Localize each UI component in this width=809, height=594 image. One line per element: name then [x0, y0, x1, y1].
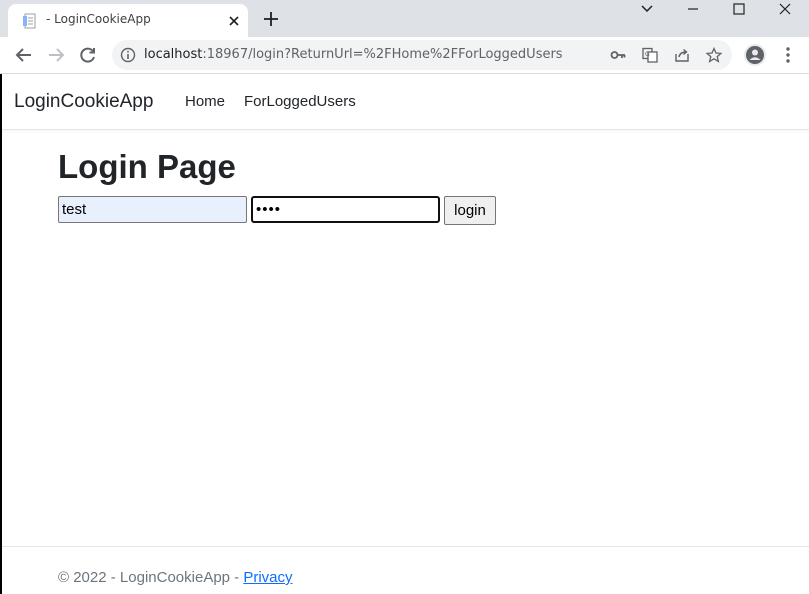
login-button[interactable]: login: [444, 196, 496, 225]
minimize-icon: [688, 8, 698, 10]
browser-window: - LoginCookieApp localhost:18967/login?R…: [0, 0, 809, 594]
address-bar[interactable]: localhost:18967/login?ReturnUrl=%2FHome%…: [112, 40, 732, 70]
browser-toolbar: localhost:18967/login?ReturnUrl=%2FHome%…: [0, 37, 809, 74]
translate-icon[interactable]: G: [642, 47, 658, 63]
url-text[interactable]: localhost:18967/login?ReturnUrl=%2FHome%…: [144, 47, 563, 62]
bookmark-star-icon[interactable]: [706, 47, 722, 63]
person-icon: [746, 46, 764, 64]
close-icon: [779, 3, 791, 15]
profile-avatar[interactable]: [744, 44, 766, 66]
page-title: Login Page: [58, 148, 236, 185]
back-arrow-icon[interactable]: [14, 45, 34, 65]
password-input[interactable]: [251, 196, 440, 223]
chevron-down-icon: [641, 5, 653, 13]
kebab-menu-icon[interactable]: [778, 45, 798, 65]
info-icon[interactable]: [120, 47, 136, 63]
close-window-button[interactable]: [762, 0, 808, 30]
close-tab-icon[interactable]: [226, 13, 242, 29]
share-icon[interactable]: [674, 47, 690, 63]
username-input[interactable]: [58, 196, 247, 223]
maximize-icon: [733, 3, 745, 15]
page-viewport: LoginCookieApp Home ForLoggedUsers Login…: [0, 74, 809, 594]
maximize-button[interactable]: [716, 0, 762, 30]
forward-arrow-icon[interactable]: [46, 45, 66, 65]
login-form: login: [58, 195, 508, 227]
url-host: localhost: [144, 47, 203, 62]
nav-link-for-logged-users[interactable]: ForLoggedUsers: [244, 93, 356, 110]
new-tab-icon[interactable]: [262, 10, 280, 28]
tab-search-button[interactable]: [624, 0, 670, 30]
url-path: :18967/login?ReturnUrl=%2FHome%2FForLogg…: [202, 47, 563, 62]
page-icon: [23, 13, 36, 29]
copyright-text: © 2022 - LoginCookieApp -: [58, 569, 244, 586]
tab-strip: - LoginCookieApp: [0, 0, 809, 37]
reload-icon[interactable]: [78, 45, 98, 65]
site-navbar: LoginCookieApp Home ForLoggedUsers: [2, 74, 809, 130]
navbar-brand[interactable]: LoginCookieApp: [14, 91, 153, 113]
footer-text: © 2022 - LoginCookieApp - Privacy: [58, 569, 293, 586]
privacy-link[interactable]: Privacy: [243, 569, 292, 586]
active-tab[interactable]: - LoginCookieApp: [8, 4, 248, 37]
svg-text:G: G: [645, 51, 650, 58]
minimize-button[interactable]: [670, 0, 716, 30]
site-footer: © 2022 - LoginCookieApp - Privacy: [2, 546, 809, 594]
key-icon[interactable]: [610, 47, 626, 63]
tab-title: - LoginCookieApp: [46, 12, 151, 26]
nav-link-home[interactable]: Home: [185, 93, 225, 110]
